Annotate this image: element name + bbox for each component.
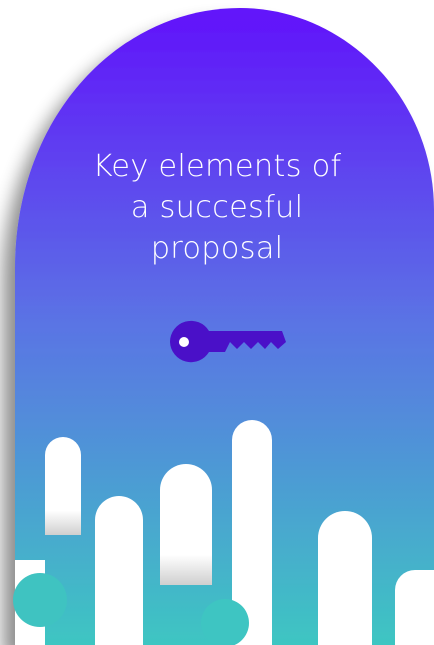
drop-bottom <box>201 599 249 645</box>
proposal-card-graphic: Key elements of a succesful proposal <box>0 0 434 645</box>
drip-columns <box>15 430 51 546</box>
drop-left <box>13 573 67 627</box>
card-shape <box>13 8 434 645</box>
card-title: Key elements of a succesful proposal <box>92 149 342 266</box>
